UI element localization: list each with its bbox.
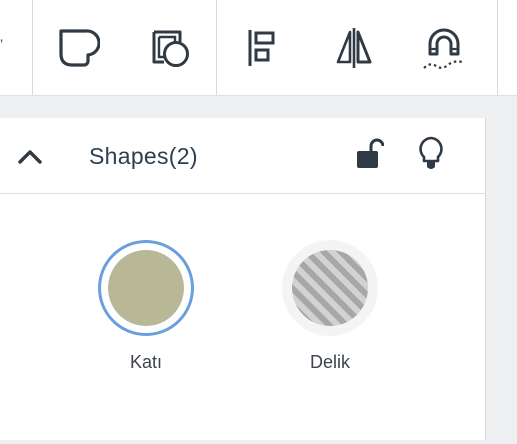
toolbar-divider xyxy=(216,0,217,95)
shape-label: Katı xyxy=(129,352,163,372)
shapes-panel-header: Shapes(2) xyxy=(0,118,485,194)
collapse-panel-button[interactable] xyxy=(12,140,48,176)
shapes-panel: Shapes(2) xyxy=(0,118,486,440)
swatch-frame xyxy=(282,240,378,336)
mirror-button[interactable] xyxy=(324,18,384,78)
hole-shape-icon xyxy=(146,24,194,72)
toolbar-divider xyxy=(497,0,498,95)
unlock-icon xyxy=(354,137,385,176)
align-button[interactable] xyxy=(232,18,292,78)
selection-ring xyxy=(98,240,194,336)
shape-solid-option[interactable]: Katı xyxy=(91,240,201,390)
mirror-icon xyxy=(330,24,378,72)
magnet-icon xyxy=(418,22,470,74)
shape-label: Delik xyxy=(309,352,350,372)
hole-shape-button[interactable] xyxy=(140,18,200,78)
solid-shape-button[interactable] xyxy=(46,18,106,78)
app-frame: ’ Shapes(2) Katı Delik xyxy=(0,0,517,444)
shape-hole-option[interactable]: Delik xyxy=(275,240,385,390)
align-icon xyxy=(238,24,286,72)
shape-toolbar: ’ xyxy=(0,0,517,96)
snap-magnet-button[interactable] xyxy=(414,18,474,78)
toolbar-divider xyxy=(32,0,33,95)
solid-shape-icon xyxy=(52,24,100,72)
solid-swatch xyxy=(108,250,184,326)
hole-swatch xyxy=(292,250,368,326)
panel-title: Shapes(2) xyxy=(89,143,198,169)
visibility-bulb-button[interactable] xyxy=(411,134,451,178)
lock-button[interactable] xyxy=(350,136,388,176)
truncated-text: ’ xyxy=(0,36,4,52)
chevron-up-icon xyxy=(17,147,43,170)
lightbulb-icon xyxy=(416,135,446,178)
